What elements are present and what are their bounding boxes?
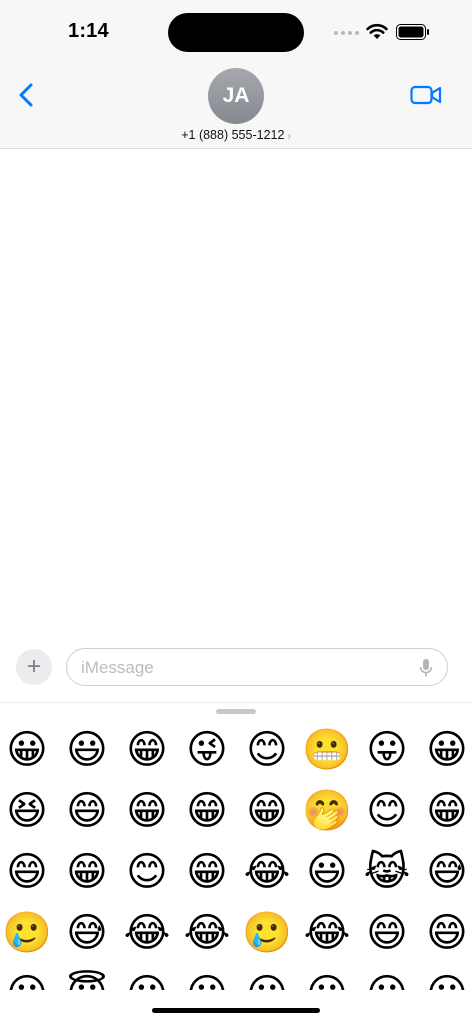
- emoji-key[interactable]: 😊: [122, 847, 172, 897]
- emoji-key[interactable]: 🥲: [2, 908, 52, 958]
- emoji-key[interactable]: 😀: [2, 725, 52, 775]
- back-chevron-icon[interactable]: [14, 80, 40, 110]
- emoji-row: 🥲 😅 😂 😂 🥲 😂 😄 😄: [0, 908, 472, 968]
- conversation-header: JA +1 (888) 555-1212 ›: [0, 60, 472, 149]
- emoji-key[interactable]: 😄: [62, 786, 112, 836]
- emoji-key[interactable]: 😁: [422, 786, 472, 836]
- plus-icon: +: [26, 653, 41, 680]
- emoji-key[interactable]: 🤭: [302, 786, 352, 836]
- emoji-key[interactable]: 😂: [122, 908, 172, 958]
- bottom-safe-area: [0, 990, 472, 1024]
- cellular-signal-icon: [334, 31, 359, 35]
- contact-avatar[interactable]: JA: [208, 68, 264, 124]
- emoji-key[interactable]: 😬: [302, 725, 352, 775]
- emoji-key[interactable]: 🥲: [242, 908, 292, 958]
- imessage-input[interactable]: iMessage: [66, 648, 448, 686]
- emoji-key[interactable]: 😁: [122, 725, 172, 775]
- status-bar: 1:14: [0, 0, 472, 60]
- emoji-keyboard: 😀😃😁😜😊😬😛😀😆😄😁😁😁🤭😊😁😄😁😊😁😂😃😹😅🥲😅😂😂🥲😂😄😄😀😇😀😀😀😀😀😀: [0, 702, 472, 993]
- facetime-video-icon[interactable]: [410, 83, 442, 107]
- keyboard-grabber[interactable]: [216, 709, 256, 714]
- message-thread: [0, 149, 472, 639]
- emoji-row: 😆 😄 😁 😁 😁 🤭 😊 😁: [0, 786, 472, 846]
- emoji-key[interactable]: 😄: [2, 847, 52, 897]
- input-placeholder: iMessage: [81, 658, 154, 677]
- emoji-key[interactable]: 😁: [242, 786, 292, 836]
- emoji-key[interactable]: 😃: [62, 725, 112, 775]
- apps-plus-button[interactable]: +: [16, 649, 52, 685]
- contact-phone: +1 (888) 555-1212: [181, 128, 285, 142]
- emoji-key[interactable]: 😛: [362, 725, 412, 775]
- emoji-key[interactable]: 😁: [182, 786, 232, 836]
- status-time: 1:14: [68, 20, 109, 42]
- contact-name-button[interactable]: +1 (888) 555-1212 ›: [0, 128, 472, 142]
- emoji-key[interactable]: 😁: [62, 847, 112, 897]
- dynamic-island: [168, 13, 304, 52]
- chevron-right-icon: ›: [287, 131, 291, 142]
- emoji-key[interactable]: 😁: [182, 847, 232, 897]
- emoji-key[interactable]: 😅: [422, 847, 472, 897]
- emoji-key[interactable]: 😂: [242, 847, 292, 897]
- home-indicator[interactable]: [152, 1008, 320, 1013]
- emoji-key[interactable]: 😄: [362, 908, 412, 958]
- emoji-key[interactable]: 😀: [422, 725, 472, 775]
- microphone-icon[interactable]: [419, 658, 433, 678]
- emoji-key[interactable]: 😊: [362, 786, 412, 836]
- emoji-key[interactable]: 😂: [182, 908, 232, 958]
- emoji-key[interactable]: 😁: [122, 786, 172, 836]
- emoji-key[interactable]: 😂: [302, 908, 352, 958]
- battery-icon: [396, 24, 429, 40]
- emoji-row: 😄 😁 😊 😁 😂 😃 😹 😅: [0, 847, 472, 907]
- emoji-row: 😀 😃 😁 😜 😊 😬 😛 😀: [0, 725, 472, 785]
- emoji-key[interactable]: 😆: [2, 786, 52, 836]
- emoji-key[interactable]: 😜: [182, 725, 232, 775]
- emoji-key[interactable]: 😅: [62, 908, 112, 958]
- emoji-key[interactable]: 😃: [302, 847, 352, 897]
- wifi-icon: [366, 23, 388, 39]
- emoji-key[interactable]: 😄: [422, 908, 472, 958]
- emoji-key[interactable]: 😊: [242, 725, 292, 775]
- emoji-key[interactable]: 😹: [362, 847, 412, 897]
